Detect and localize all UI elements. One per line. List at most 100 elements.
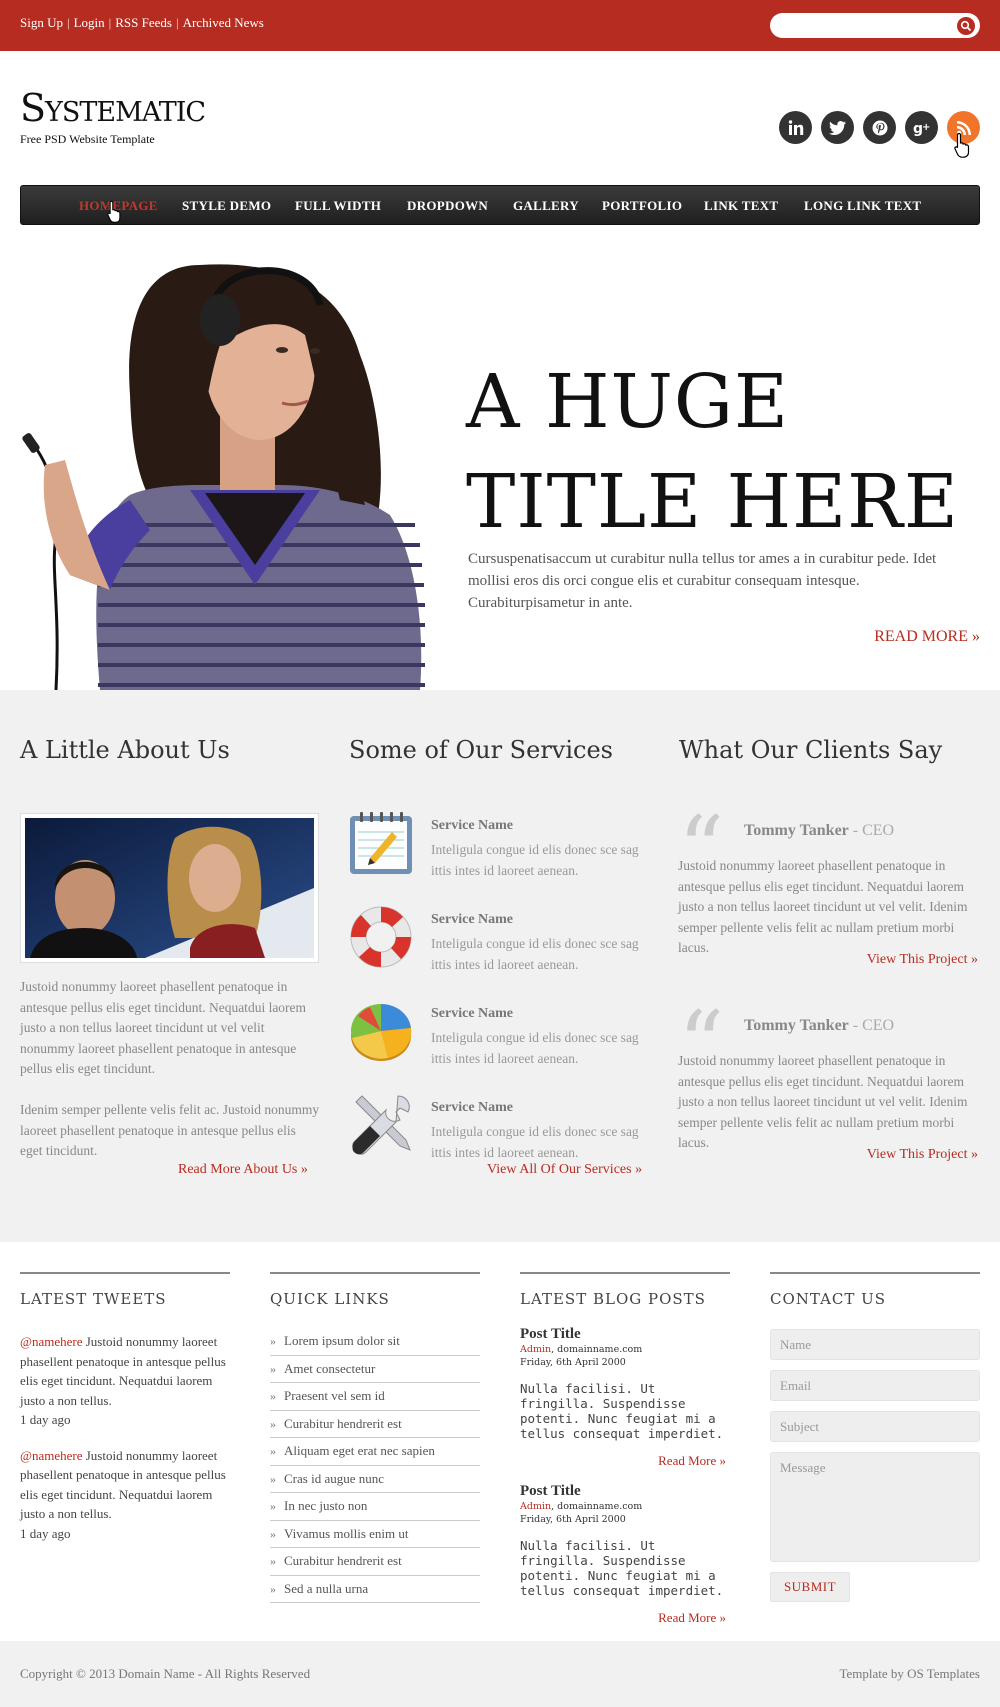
quick-link[interactable]: Sed a nulla urna [270,1576,480,1603]
about-paragraph-2: Idenim semper pellente velis felit ac. J… [20,1102,320,1158]
testimonial-author: Tommy Tanker - CEO [744,822,894,840]
name-field[interactable]: Name [770,1329,980,1360]
googleplus-icon[interactable]: g + [905,111,938,144]
post-title[interactable]: Post Title [520,1483,730,1500]
tweet-handle-link[interactable]: @namehere [20,1334,83,1349]
quick-link[interactable]: Praesent vel sem id [270,1383,480,1411]
pinterest-icon[interactable] [863,111,896,144]
top-links: Sign Up | Login | RSS Feeds | Archived News [20,15,264,31]
about-paragraph-1: Justoid nonummy laoreet phasellent penat… [20,979,307,1076]
post-meta: Admin, domainname.com Friday, 6th April 2… [520,1500,730,1526]
view-all-services-link[interactable]: View All Of Our Services » [487,1162,642,1178]
view-project-link[interactable]: View This Project » [867,1147,978,1163]
service-item[interactable]: Service Name Inteligula congue id elis d… [348,998,668,1078]
service-item[interactable]: Service Name Inteligula congue id elis d… [348,904,668,984]
nav-style-demo[interactable]: STYLE DEMO [182,198,271,214]
services-heading: Some of Our Services [349,736,613,764]
post-excerpt: Nulla facilisi. Ut fringilla. Suspendiss… [520,1381,724,1441]
author-name: Tommy Tanker [744,1017,849,1034]
quick-link[interactable]: Lorem ipsum dolor sit [270,1328,480,1356]
linkedin-icon[interactable] [779,111,812,144]
testimonial: “ Tommy Tanker - CEO Justoid nonummy lao… [678,992,982,1195]
post-author[interactable]: Admin [520,1501,551,1512]
quick-links-column: QUICK LINKS Lorem ipsum dolor sit Amet c… [270,1272,480,1603]
lifebuoy-icon [350,906,412,968]
post-author[interactable]: Admin [520,1344,551,1355]
post-domain: , domainname.com [551,1501,643,1512]
hero-title-line2: TITLE HERE [466,459,959,545]
service-name: Service Name [431,1100,514,1115]
nav-portfolio[interactable]: PORTFOLIO [602,198,682,214]
template-credit[interactable]: Template by OS Templates [839,1666,980,1682]
feature-section: A Little About Us Justoid nonummy laoree… [0,690,1000,1242]
service-description: Inteligula congue id elis donec sce sag … [431,842,639,878]
tweet: @namehere Justoid nonummy laoreet phasel… [20,1446,230,1544]
quick-link[interactable]: Cras id augue nunc [270,1466,480,1493]
nav-full-width[interactable]: FULL WIDTH [295,198,381,214]
svg-text:+: + [922,122,930,133]
hero-title-line1: A HUGE [466,359,789,445]
quick-link[interactable]: Aliquam eget erat nec sapien [270,1438,480,1466]
service-name: Service Name [431,818,514,833]
email-field[interactable]: Email [770,1370,980,1401]
post-meta: Admin, domainname.com Friday, 6th April 2… [520,1343,730,1369]
blog-column: LATEST BLOG POSTS Post Title Admin, doma… [520,1272,730,1640]
contact-form: Name Email Subject Message SUBMIT [770,1329,980,1602]
testimonial: “ Tommy Tanker - CEO Justoid nonummy lao… [678,797,982,1000]
submit-button[interactable]: SUBMIT [770,1572,850,1602]
signup-link[interactable]: Sign Up [20,15,63,30]
quick-link[interactable]: In nec justo non [270,1493,480,1521]
quick-link[interactable]: Curabitur hendrerit est [270,1548,480,1576]
about-image [20,813,319,963]
quick-link[interactable]: Amet consectetur [270,1356,480,1383]
tweet-handle-link[interactable]: @namehere [20,1448,83,1463]
nav-dropdown[interactable]: DROPDOWN [407,198,488,214]
nav-gallery[interactable]: GALLERY [513,198,579,214]
search-button[interactable] [957,17,975,35]
post-read-more-link[interactable]: Read More » [520,1610,730,1626]
contact-heading: CONTACT US [770,1290,887,1308]
nav-link-text[interactable]: LINK TEXT [704,198,778,214]
top-bar: Sign Up | Login | RSS Feeds | Archived News [0,0,1000,51]
quick-link[interactable]: Vivamus mollis enim ut [270,1521,480,1548]
blog-post: Post Title Admin, domainname.com Friday, … [520,1326,730,1469]
pie-chart-icon [350,1003,412,1061]
separator: | [175,15,179,30]
separator: | [108,15,112,30]
tweet-time: 1 day ago [20,1525,71,1541]
read-more-about-link[interactable]: Read More About Us » [178,1162,308,1178]
login-link[interactable]: Login [74,15,105,30]
tweet-time: 1 day ago [20,1412,71,1427]
notepad-icon [350,812,412,874]
view-project-link[interactable]: View This Project » [867,952,978,968]
testimonial-text: Justoid nonummy laoreet phasellent penat… [678,858,968,955]
subject-field[interactable]: Subject [770,1411,980,1442]
hero-read-more-link[interactable]: READ MORE » [874,628,980,646]
site-logo[interactable]: Systematic [20,86,206,130]
rss-feeds-link[interactable]: RSS Feeds [115,15,172,30]
search-input[interactable] [770,13,980,38]
contact-column: CONTACT US Name Email Subject Message SU… [770,1272,980,1602]
author-role: - CEO [848,822,895,839]
message-field[interactable]: Message [770,1452,980,1562]
nav-long-link-text[interactable]: LONG LINK TEXT [804,198,921,214]
hand-cursor-icon [107,200,121,223]
blog-post: Post Title Admin, domainname.com Friday, … [520,1483,730,1626]
hero-text: Cursuspenatisaccum ut curabitur nulla te… [468,551,937,611]
testimonial-text: Justoid nonummy laoreet phasellent penat… [678,1053,968,1150]
about-heading: A Little About Us [20,736,230,764]
service-item[interactable]: Service Name Inteligula congue id elis d… [348,1092,668,1172]
post-domain: , domainname.com [551,1344,643,1355]
search-icon [960,20,972,32]
separator: | [66,15,70,30]
author-name: Tommy Tanker [744,822,849,839]
post-read-more-link[interactable]: Read More » [520,1453,730,1469]
service-description: Inteligula congue id elis donec sce sag … [431,936,639,972]
post-title[interactable]: Post Title [520,1326,730,1343]
quick-link[interactable]: Curabitur hendrerit est [270,1411,480,1438]
author-role: - CEO [848,1017,895,1034]
twitter-icon[interactable] [821,111,854,144]
service-item[interactable]: Service Name Inteligula congue id elis d… [348,810,668,890]
tweets-heading: LATEST TWEETS [20,1290,167,1308]
archived-news-link[interactable]: Archived News [183,15,264,30]
